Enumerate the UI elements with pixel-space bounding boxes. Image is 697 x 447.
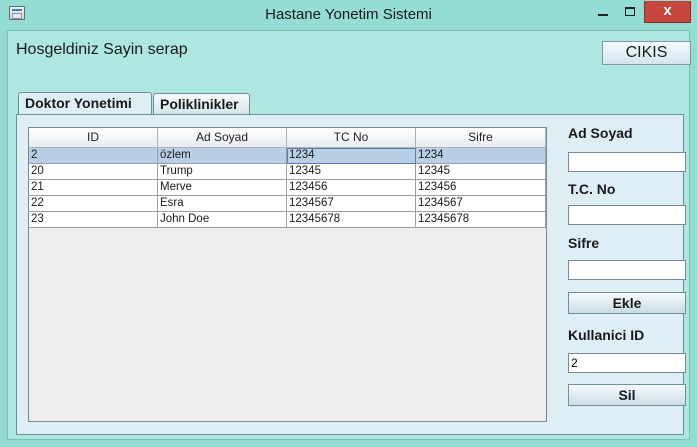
table-row[interactable]: 2 özlem 1234 1234 (29, 148, 546, 164)
cell-sifre[interactable]: 12345 (416, 164, 546, 180)
column-header-ad-soyad[interactable]: Ad Soyad (158, 128, 287, 148)
close-button[interactable]: x (644, 1, 691, 23)
tc-no-label: T.C. No (568, 181, 616, 197)
cell-ad-soyad[interactable]: John Doe (158, 212, 287, 228)
table-row[interactable]: 20 Trump 12345 12345 (29, 164, 546, 180)
column-header-id[interactable]: ID (29, 128, 158, 148)
doktor-yonetimi-panel: ID Ad Soyad TC No Sifre 2 özlem 1234 123… (16, 114, 686, 435)
table-body: 2 özlem 1234 1234 20 Trump 12345 12345 2… (29, 148, 546, 228)
cell-id[interactable]: 20 (29, 164, 158, 180)
kullanici-id-input[interactable]: 2 (568, 353, 686, 373)
sil-button[interactable]: Sil (568, 384, 686, 406)
sifre-input[interactable] (568, 260, 686, 280)
column-header-sifre[interactable]: Sifre (416, 128, 546, 148)
table-row[interactable]: 21 Merve 123456 123456 (29, 180, 546, 196)
minimize-button[interactable] (590, 1, 616, 23)
tab-doktor-yonetimi[interactable]: Doktor Yonetimi (18, 92, 152, 115)
title-bar[interactable]: Hastane Yonetim Sistemi x (0, 0, 697, 30)
kullanici-id-label: Kullanici ID (568, 327, 645, 343)
cell-tc-no[interactable]: 1234 (287, 148, 416, 164)
cell-tc-no[interactable]: 1234567 (287, 196, 416, 212)
tab-poliklinikler[interactable]: Poliklinikler (153, 93, 250, 115)
welcome-message: Hosgeldiniz Sayin serap (16, 41, 188, 58)
close-icon: x (663, 2, 672, 19)
exit-button[interactable]: CIKIS (602, 41, 691, 65)
maximize-icon (625, 7, 635, 16)
cell-tc-no[interactable]: 123456 (287, 180, 416, 196)
app-window: Hastane Yonetim Sistemi x Hosgeldiniz Sa… (0, 0, 697, 447)
cell-id[interactable]: 23 (29, 212, 158, 228)
ekle-button[interactable]: Ekle (568, 292, 686, 314)
doctor-table[interactable]: ID Ad Soyad TC No Sifre 2 özlem 1234 123… (28, 127, 547, 422)
cell-ad-soyad[interactable]: Esra (158, 196, 287, 212)
cell-ad-soyad[interactable]: Trump (158, 164, 287, 180)
ad-soyad-input[interactable] (568, 152, 686, 172)
cell-ad-soyad[interactable]: özlem (158, 148, 287, 164)
ad-soyad-label: Ad Soyad (568, 125, 633, 141)
minimize-icon (598, 14, 608, 16)
cell-ad-soyad[interactable]: Merve (158, 180, 287, 196)
cell-sifre[interactable]: 12345678 (416, 212, 546, 228)
column-header-tc-no[interactable]: TC No (287, 128, 416, 148)
maximize-button[interactable] (617, 1, 643, 23)
content-pane: Hosgeldiniz Sayin serap CIKIS Doktor Yon… (7, 30, 691, 440)
cell-sifre[interactable]: 1234 (416, 148, 546, 164)
table-row[interactable]: 23 John Doe 12345678 12345678 (29, 212, 546, 228)
cell-id[interactable]: 2 (29, 148, 158, 164)
cell-sifre[interactable]: 123456 (416, 180, 546, 196)
tc-no-input[interactable] (568, 205, 686, 225)
cell-sifre[interactable]: 1234567 (416, 196, 546, 212)
cell-id[interactable]: 21 (29, 180, 158, 196)
cell-tc-no[interactable]: 12345678 (287, 212, 416, 228)
table-row[interactable]: 22 Esra 1234567 1234567 (29, 196, 546, 212)
sifre-label: Sifre (568, 235, 600, 251)
table-header: ID Ad Soyad TC No Sifre (29, 128, 546, 148)
cell-tc-no[interactable]: 12345 (287, 164, 416, 180)
cell-id[interactable]: 22 (29, 196, 158, 212)
